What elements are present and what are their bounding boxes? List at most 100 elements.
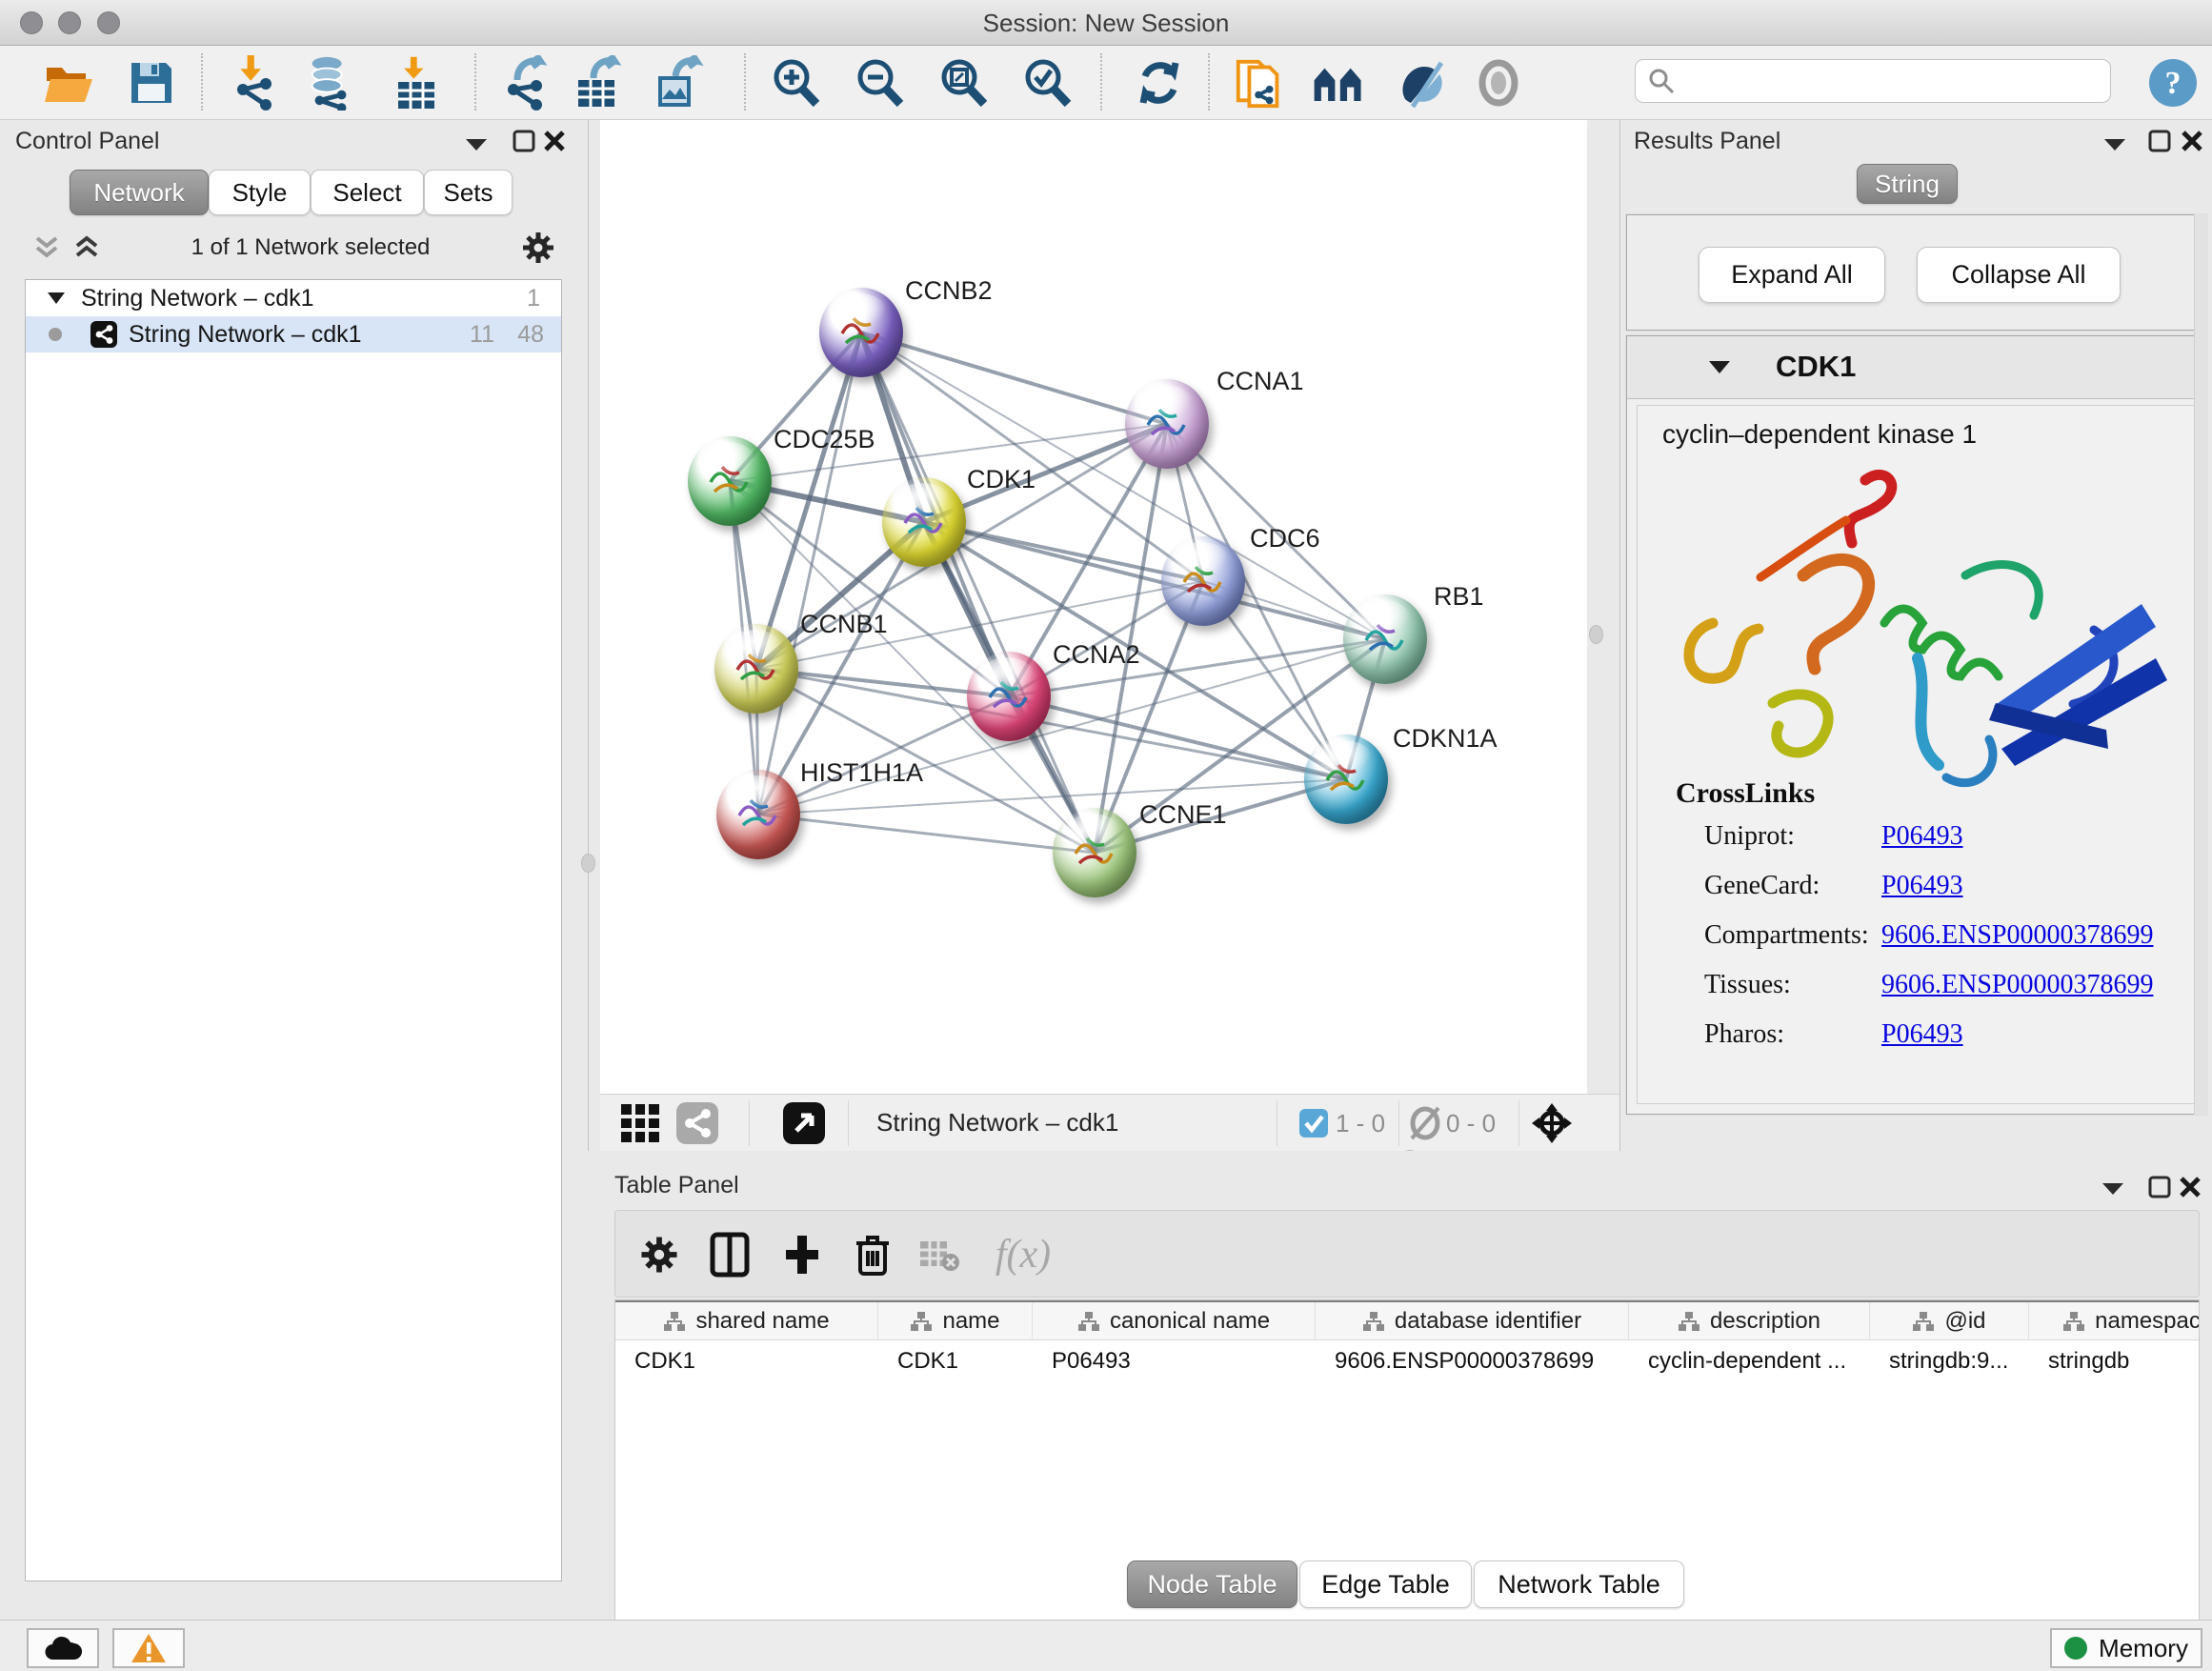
collapse-all-icon[interactable]: [32, 235, 61, 260]
crosslink-link[interactable]: P06493: [1881, 821, 1963, 852]
crosslink-link[interactable]: P06493: [1881, 871, 1963, 901]
export-table-button[interactable]: [572, 55, 627, 111]
tab-sets[interactable]: Sets: [424, 170, 513, 215]
float-panel-icon[interactable]: [464, 137, 489, 152]
import-database-icon: [303, 55, 358, 111]
tab-network-table[interactable]: Network Table: [1474, 1560, 1684, 1608]
network-node-ccnb1[interactable]: [714, 624, 798, 714]
node-label-ccne1: CCNE1: [1139, 800, 1227, 830]
network-share-icon[interactable]: [676, 1102, 718, 1144]
add-column-button[interactable]: [779, 1232, 825, 1278]
grid-view-icon[interactable]: [621, 1104, 659, 1142]
network-row[interactable]: String Network – cdk1 11 48: [26, 316, 561, 352]
column-header-namespac[interactable]: namespac: [2029, 1302, 2200, 1340]
vertical-splitter-handle[interactable]: [581, 854, 595, 873]
maximize-panel-icon[interactable]: [513, 130, 535, 152]
birds-eye-view-icon[interactable]: [783, 1102, 825, 1144]
gene-section-header[interactable]: CDK1: [1627, 336, 2204, 399]
maximize-panel-icon[interactable]: [2148, 1176, 2171, 1198]
network-node-ccna1[interactable]: [1125, 379, 1209, 469]
crosslink-link[interactable]: P06493: [1881, 1019, 1963, 1050]
selected-checkbox-icon[interactable]: [1299, 1109, 1328, 1137]
crosslink-link[interactable]: 9606.ENSP00000378699: [1881, 920, 2153, 951]
zoom-fit-button[interactable]: [935, 55, 991, 111]
tree-expander-icon[interactable]: [47, 292, 66, 305]
refresh-button[interactable]: [1132, 55, 1187, 111]
tab-select[interactable]: Select: [311, 170, 424, 215]
column-header-name[interactable]: name: [878, 1302, 1033, 1340]
show-columns-button[interactable]: [707, 1232, 753, 1278]
first-neighbors-button[interactable]: [1311, 55, 1366, 111]
zoom-in-button[interactable]: [768, 55, 823, 111]
save-session-button[interactable]: [124, 55, 179, 111]
column-header-description[interactable]: description: [1629, 1302, 1870, 1340]
collapse-gene-icon[interactable]: [1707, 359, 1732, 375]
column-header-shared-name[interactable]: shared name: [615, 1302, 878, 1340]
table-settings-button[interactable]: [636, 1232, 682, 1278]
delete-column-button[interactable]: [850, 1232, 895, 1278]
tab-style[interactable]: Style: [209, 170, 311, 215]
column-header-database-identifier[interactable]: database identifier: [1316, 1302, 1629, 1340]
zoom-selected-button[interactable]: [1019, 55, 1075, 111]
hide-selection-button[interactable]: [1395, 55, 1450, 111]
edge-hist1h1a-ccne1[interactable]: [758, 815, 1095, 853]
network-node-ccnb2[interactable]: [819, 288, 903, 377]
table-cell[interactable]: P06493: [1033, 1340, 1316, 1382]
network-node-cdc6[interactable]: [1161, 536, 1245, 626]
close-panel-icon[interactable]: [2181, 130, 2203, 152]
network-node-ccna2[interactable]: [967, 652, 1051, 741]
network-node-cdc25b[interactable]: [688, 436, 772, 526]
expand-all-button[interactable]: Expand All: [1699, 247, 1885, 303]
tab-node-table[interactable]: Node Table: [1127, 1560, 1297, 1608]
table-cell[interactable]: stringdb:9...: [1870, 1340, 2029, 1382]
warnings-button[interactable]: [112, 1628, 185, 1668]
tab-network[interactable]: Network: [70, 170, 209, 215]
open-session-button[interactable]: [42, 55, 97, 111]
table-cell[interactable]: CDK1: [615, 1340, 878, 1382]
memory-button[interactable]: Memory: [2050, 1628, 2202, 1668]
vertical-splitter-handle[interactable]: [1589, 625, 1603, 644]
float-panel-icon[interactable]: [2101, 1181, 2125, 1197]
network-collection-row[interactable]: String Network – cdk1 1: [26, 280, 561, 316]
tab-string[interactable]: String: [1857, 164, 1958, 204]
duplicate-network-icon: [1233, 53, 1288, 112]
network-node-ccne1[interactable]: [1053, 808, 1136, 897]
network-node-hist1h1a[interactable]: [716, 770, 800, 859]
network-node-rb1[interactable]: [1343, 594, 1427, 684]
expand-all-icon[interactable]: [72, 235, 101, 260]
table-cell[interactable]: cyclin-dependent ...: [1629, 1340, 1870, 1382]
close-panel-icon[interactable]: [2179, 1176, 2202, 1198]
cloud-status-button[interactable]: [27, 1628, 99, 1668]
network-node-cdk1[interactable]: [882, 477, 966, 567]
fit-content-crosshair-icon[interactable]: [1530, 1101, 1574, 1145]
column-header-canonical-name[interactable]: canonical name: [1033, 1302, 1316, 1340]
table-cell[interactable]: CDK1: [878, 1340, 1033, 1382]
gear-icon[interactable]: [520, 230, 556, 266]
import-network-button[interactable]: [227, 55, 282, 111]
close-panel-icon[interactable]: [543, 130, 566, 152]
edge-ccnb2-ccna1[interactable]: [861, 332, 1167, 424]
import-database-button[interactable]: [303, 55, 358, 111]
edge-ccnb2-hist1h1a[interactable]: [758, 332, 861, 815]
table-cell[interactable]: 9606.ENSP00000378699: [1316, 1340, 1629, 1382]
column-header--id[interactable]: @id: [1870, 1302, 2029, 1340]
table-cell[interactable]: stringdb: [2029, 1340, 2200, 1382]
export-network-button[interactable]: [499, 55, 554, 111]
network-node-cdkn1a[interactable]: [1304, 735, 1388, 824]
results-scrollbar[interactable]: [2194, 214, 2208, 1115]
maximize-panel-icon[interactable]: [2148, 130, 2171, 152]
export-image-button[interactable]: [650, 55, 705, 111]
help-button[interactable]: ?: [2145, 55, 2201, 111]
collapse-all-button[interactable]: Collapse All: [1917, 247, 2121, 303]
crosslink-link[interactable]: 9606.ENSP00000378699: [1881, 970, 2153, 1000]
search-input[interactable]: [1683, 63, 2110, 99]
node-count: 11: [470, 321, 494, 349]
duplicate-network-button[interactable]: [1233, 55, 1288, 111]
show-all-button[interactable]: [1471, 55, 1526, 111]
float-panel-icon[interactable]: [2102, 137, 2127, 152]
tab-edge-table[interactable]: Edge Table: [1299, 1560, 1472, 1608]
zoom-out-button[interactable]: [852, 55, 907, 111]
column-header-label: @id: [1944, 1308, 1985, 1335]
import-table-button[interactable]: [389, 55, 444, 111]
network-canvas[interactable]: CCNB2CCNA1CDC25BCDK1CDC6RB1CCNB1CCNA2CDK…: [600, 120, 1587, 1094]
